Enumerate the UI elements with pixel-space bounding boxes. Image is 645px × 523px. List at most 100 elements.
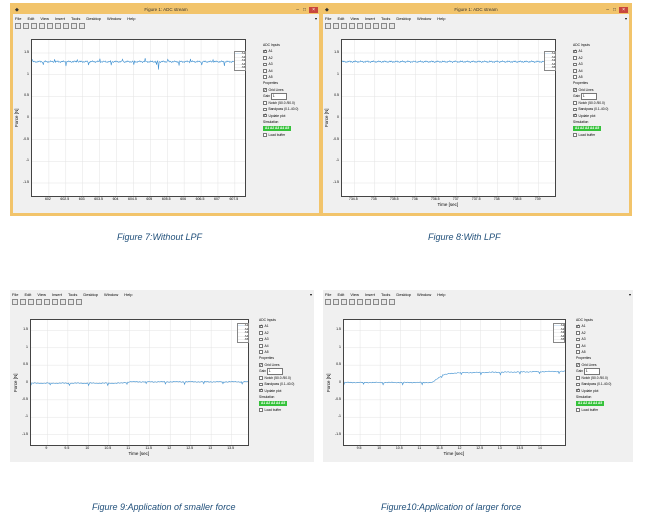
load-buffer-checkbox[interactable] — [573, 133, 577, 137]
rotate-icon[interactable] — [373, 23, 379, 29]
notch-checkbox[interactable] — [573, 101, 577, 105]
update-plot-checkbox[interactable] — [263, 113, 267, 118]
load-buffer-checkbox[interactable] — [576, 408, 580, 412]
checkbox-a4[interactable] — [263, 69, 267, 73]
notch-checkbox[interactable] — [576, 376, 580, 380]
checkbox-a2[interactable] — [576, 331, 580, 335]
save-icon[interactable] — [341, 299, 347, 305]
menu-view[interactable]: View — [40, 16, 49, 21]
menu-insert[interactable]: Insert — [365, 292, 375, 297]
open-icon[interactable] — [20, 299, 26, 305]
menu-overflow-icon[interactable]: ▾ — [310, 292, 312, 297]
checkbox-a3[interactable] — [263, 62, 267, 67]
menu-file[interactable]: File — [325, 16, 331, 21]
datatip-icon[interactable] — [381, 23, 387, 29]
plot-legend[interactable]: —— A1 —— A2 —— A3 —— A4 —— A5 — [237, 323, 250, 343]
menu-desktop[interactable]: Desktop — [86, 16, 101, 21]
pointer-icon[interactable] — [76, 299, 82, 305]
pan-icon[interactable] — [55, 23, 61, 29]
menu-help[interactable]: Help — [437, 292, 445, 297]
menu-desktop[interactable]: Desktop — [396, 16, 411, 21]
menu-edit[interactable]: Edit — [337, 292, 344, 297]
update-plot-checkbox[interactable] — [576, 388, 580, 393]
menu-file[interactable]: File — [15, 16, 21, 21]
pan-icon[interactable] — [365, 299, 371, 305]
notch-checkbox[interactable] — [263, 101, 267, 105]
menu-desktop[interactable]: Desktop — [83, 292, 98, 297]
datatip-icon[interactable] — [381, 299, 387, 305]
bandpass-checkbox[interactable] — [576, 382, 580, 387]
update-plot-checkbox[interactable] — [259, 388, 263, 393]
menu-insert[interactable]: Insert — [52, 292, 62, 297]
rotate-icon[interactable] — [63, 23, 69, 29]
gain-select[interactable]: 1 — [270, 93, 287, 100]
checkbox-a4[interactable] — [259, 344, 263, 348]
print-icon[interactable] — [349, 23, 355, 29]
menu-insert[interactable]: Insert — [55, 16, 65, 21]
menu-overflow-icon[interactable]: ▾ — [629, 292, 631, 297]
checkbox-a1[interactable] — [576, 323, 580, 329]
grid-lines-checkbox[interactable] — [576, 362, 580, 367]
checkbox-a2[interactable] — [259, 331, 263, 335]
zoom-icon[interactable] — [47, 23, 53, 29]
menu-tools[interactable]: Tools — [68, 292, 77, 297]
pan-icon[interactable] — [365, 23, 371, 29]
plot-legend[interactable]: —— A1 —— A2 —— A3 —— A4 —— A5 — [553, 323, 566, 343]
pointer-icon[interactable] — [79, 23, 85, 29]
zoom-icon[interactable] — [44, 299, 50, 305]
simulation-channel-buttons[interactable]: A1 A2 A3 A4 A5 — [573, 126, 602, 132]
plot-axes[interactable] — [341, 39, 556, 197]
grid-lines-checkbox[interactable] — [259, 362, 263, 367]
print-icon[interactable] — [36, 299, 42, 305]
menu-insert[interactable]: Insert — [365, 16, 375, 21]
simulation-channel-buttons[interactable]: A1 A2 A3 A4 A5 — [576, 401, 605, 407]
gain-select[interactable]: 1 — [266, 368, 283, 375]
checkbox-a1[interactable] — [263, 48, 267, 54]
datatip-icon[interactable] — [68, 299, 74, 305]
checkbox-a3[interactable] — [576, 337, 580, 342]
menu-help[interactable]: Help — [127, 16, 135, 21]
menu-file[interactable]: File — [325, 292, 331, 297]
checkbox-a4[interactable] — [573, 69, 577, 73]
menu-file[interactable]: File — [12, 292, 18, 297]
zoom-icon[interactable] — [357, 23, 363, 29]
menu-window[interactable]: Window — [107, 16, 121, 21]
menu-view[interactable]: View — [37, 292, 46, 297]
pointer-icon[interactable] — [389, 299, 395, 305]
save-icon[interactable] — [341, 23, 347, 29]
grid-lines-checkbox[interactable] — [263, 87, 267, 92]
checkbox-a5[interactable] — [263, 75, 267, 79]
menu-edit[interactable]: Edit — [24, 292, 31, 297]
close-button[interactable]: × — [309, 7, 318, 13]
checkbox-a1[interactable] — [573, 48, 577, 54]
menu-view[interactable]: View — [350, 292, 359, 297]
menu-view[interactable]: View — [350, 16, 359, 21]
menu-window[interactable]: Window — [104, 292, 118, 297]
load-buffer-checkbox[interactable] — [263, 133, 267, 137]
new-figure-icon[interactable] — [325, 299, 331, 305]
maximize-button[interactable]: □ — [303, 7, 306, 13]
gain-select[interactable]: 1 — [583, 368, 600, 375]
plot-legend[interactable]: —— A1 —— A2 —— A3 —— A4 —— A5 — [544, 51, 557, 71]
bandpass-checkbox[interactable] — [259, 382, 263, 387]
minimize-button[interactable]: – — [606, 7, 609, 13]
menu-edit[interactable]: Edit — [337, 16, 344, 21]
maximize-button[interactable]: □ — [613, 7, 616, 13]
open-icon[interactable] — [333, 23, 339, 29]
gain-select[interactable]: 1 — [580, 93, 597, 100]
menu-window[interactable]: Window — [417, 16, 431, 21]
print-icon[interactable] — [39, 23, 45, 29]
save-icon[interactable] — [31, 23, 37, 29]
pointer-icon[interactable] — [389, 23, 395, 29]
notch-checkbox[interactable] — [259, 376, 263, 380]
checkbox-a5[interactable] — [576, 350, 580, 354]
checkbox-a1[interactable] — [259, 323, 263, 329]
checkbox-a3[interactable] — [573, 62, 577, 67]
update-plot-checkbox[interactable] — [573, 113, 577, 118]
menu-tools[interactable]: Tools — [71, 16, 80, 21]
minimize-button[interactable]: – — [296, 7, 299, 13]
menu-help[interactable]: Help — [437, 16, 445, 21]
simulation-channel-buttons[interactable]: A1 A2 A3 A4 A5 — [259, 401, 288, 407]
plot-legend[interactable]: —— A1 —— A2 —— A3 —— A4 —— A5 — [234, 51, 247, 71]
menu-window[interactable]: Window — [417, 292, 431, 297]
